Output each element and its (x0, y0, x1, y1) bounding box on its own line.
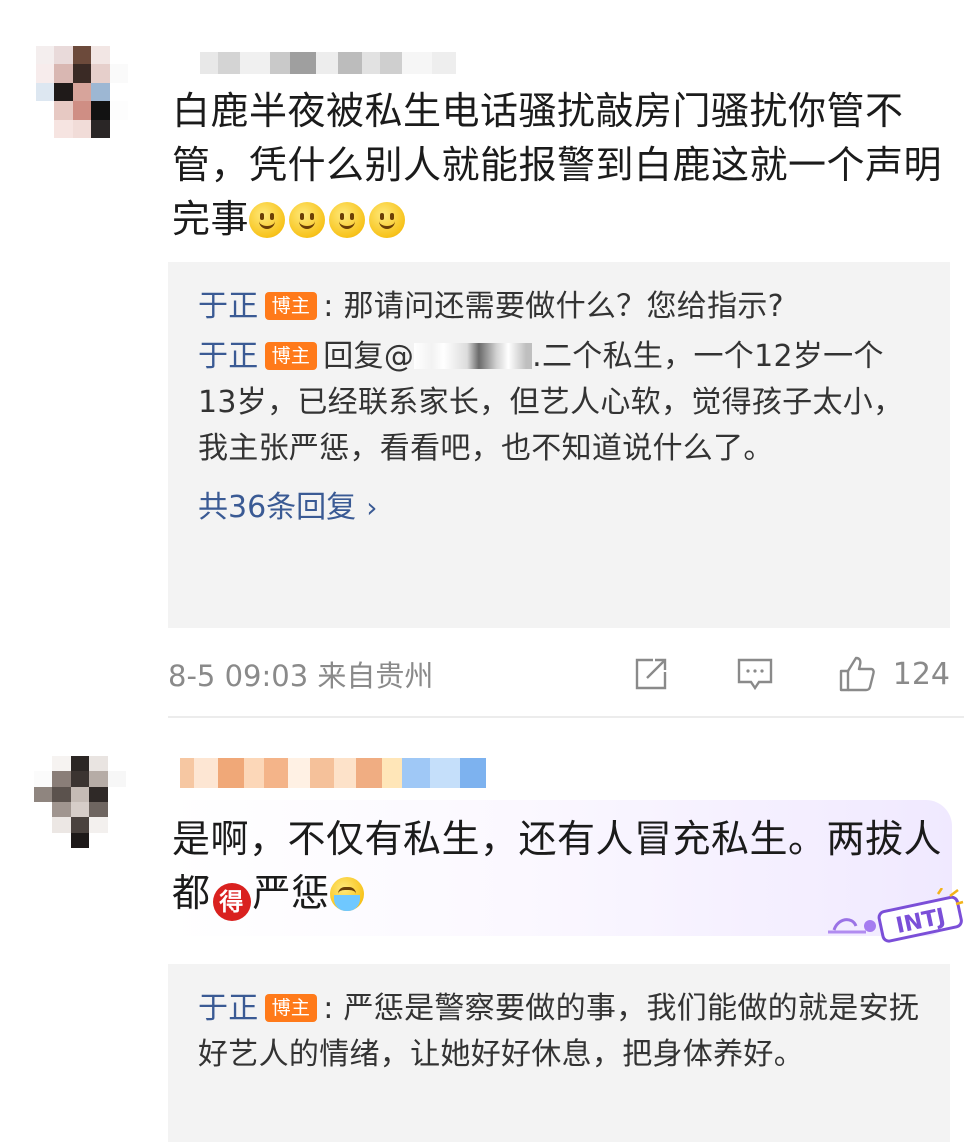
reply-box: 于正 博主: 严惩是警察要做的事，我们能做的就是安抚好艺人的情绪，让她好好休息，把… (168, 964, 950, 1142)
reply-author[interactable]: 于正 (198, 991, 259, 1026)
reply-prefix: 回复@ (323, 339, 415, 374)
weibo-comment-thread: 白鹿半夜被私生电话骚扰敲房门骚扰你管不管，凭什么别人就能报警到白鹿这就一个声明完… (0, 0, 964, 1142)
username-blurred[interactable] (200, 52, 456, 74)
like-count: 124 (892, 656, 950, 692)
comment-text: 白鹿半夜被私生电话骚扰敲房门骚扰你管不管，凭什么别人就能报警到白鹿这就一个声明完… (172, 89, 943, 241)
reply-author[interactable]: 于正 (198, 339, 259, 374)
avatar[interactable] (36, 46, 128, 138)
username-blurred[interactable] (180, 758, 486, 788)
view-all-replies-link[interactable]: 共36条回复 › (198, 486, 920, 530)
reply-separator: : (323, 289, 334, 324)
avatar[interactable] (34, 756, 126, 848)
smile-emoji-icon (249, 202, 286, 238)
reply-box: 于正 博主: 那请问还需要做什么？您给指示? 于正 博主 回复@ .二个私生，一个12岁… (168, 262, 950, 628)
smile-emoji-icon (329, 202, 366, 238)
comment-meta: 8-5 09:03 来自贵州 124 (168, 652, 950, 696)
reply-text: 那请问还需要做什么？您给指示? (333, 289, 784, 324)
crying-emoji-icon (329, 877, 364, 911)
reply-author[interactable]: 于正 (198, 289, 259, 324)
like-icon[interactable] (837, 654, 877, 694)
comment-divider (168, 716, 964, 718)
intj-sticker-icon: INTJ (828, 888, 964, 943)
location: 来自贵州 (317, 659, 434, 693)
reply-item[interactable]: 于正 博主: 那请问还需要做什么？您给指示? (198, 284, 920, 330)
reply-separator: : (323, 991, 334, 1026)
blogger-badge: 博主 (264, 292, 318, 320)
mention-blurred[interactable] (414, 343, 533, 369)
de-emoji-icon: 得 (212, 883, 251, 921)
blogger-badge: 博主 (264, 342, 318, 370)
comment-icon[interactable] (735, 654, 775, 694)
comment-text: 严惩 (252, 871, 330, 915)
comment-body: 白鹿半夜被私生电话骚扰敲房门骚扰你管不管，凭什么别人就能报警到白鹿这就一个声明完… (172, 84, 952, 246)
reply-item[interactable]: 于正 博主 回复@ .二个私生，一个12岁一个13岁，已经联系家长，但艺人心软，觉得孩… (198, 334, 920, 472)
chevron-right-icon: › (366, 491, 378, 524)
more-replies-label[interactable]: 共36条回复 (198, 490, 356, 525)
timestamp-location: 8-5 09:03 来自贵州 (168, 653, 631, 695)
smile-emoji-icon (369, 202, 406, 238)
reply-item[interactable]: 于正 博主: 严惩是警察要做的事，我们能做的就是安抚好艺人的情绪，让她好好休息，把… (198, 986, 920, 1078)
share-icon[interactable] (631, 654, 671, 694)
blogger-badge: 博主 (264, 994, 318, 1022)
smile-emoji-icon (289, 202, 326, 238)
timestamp: 8-5 09:03 (168, 659, 309, 693)
mention-tail: . (532, 339, 542, 374)
